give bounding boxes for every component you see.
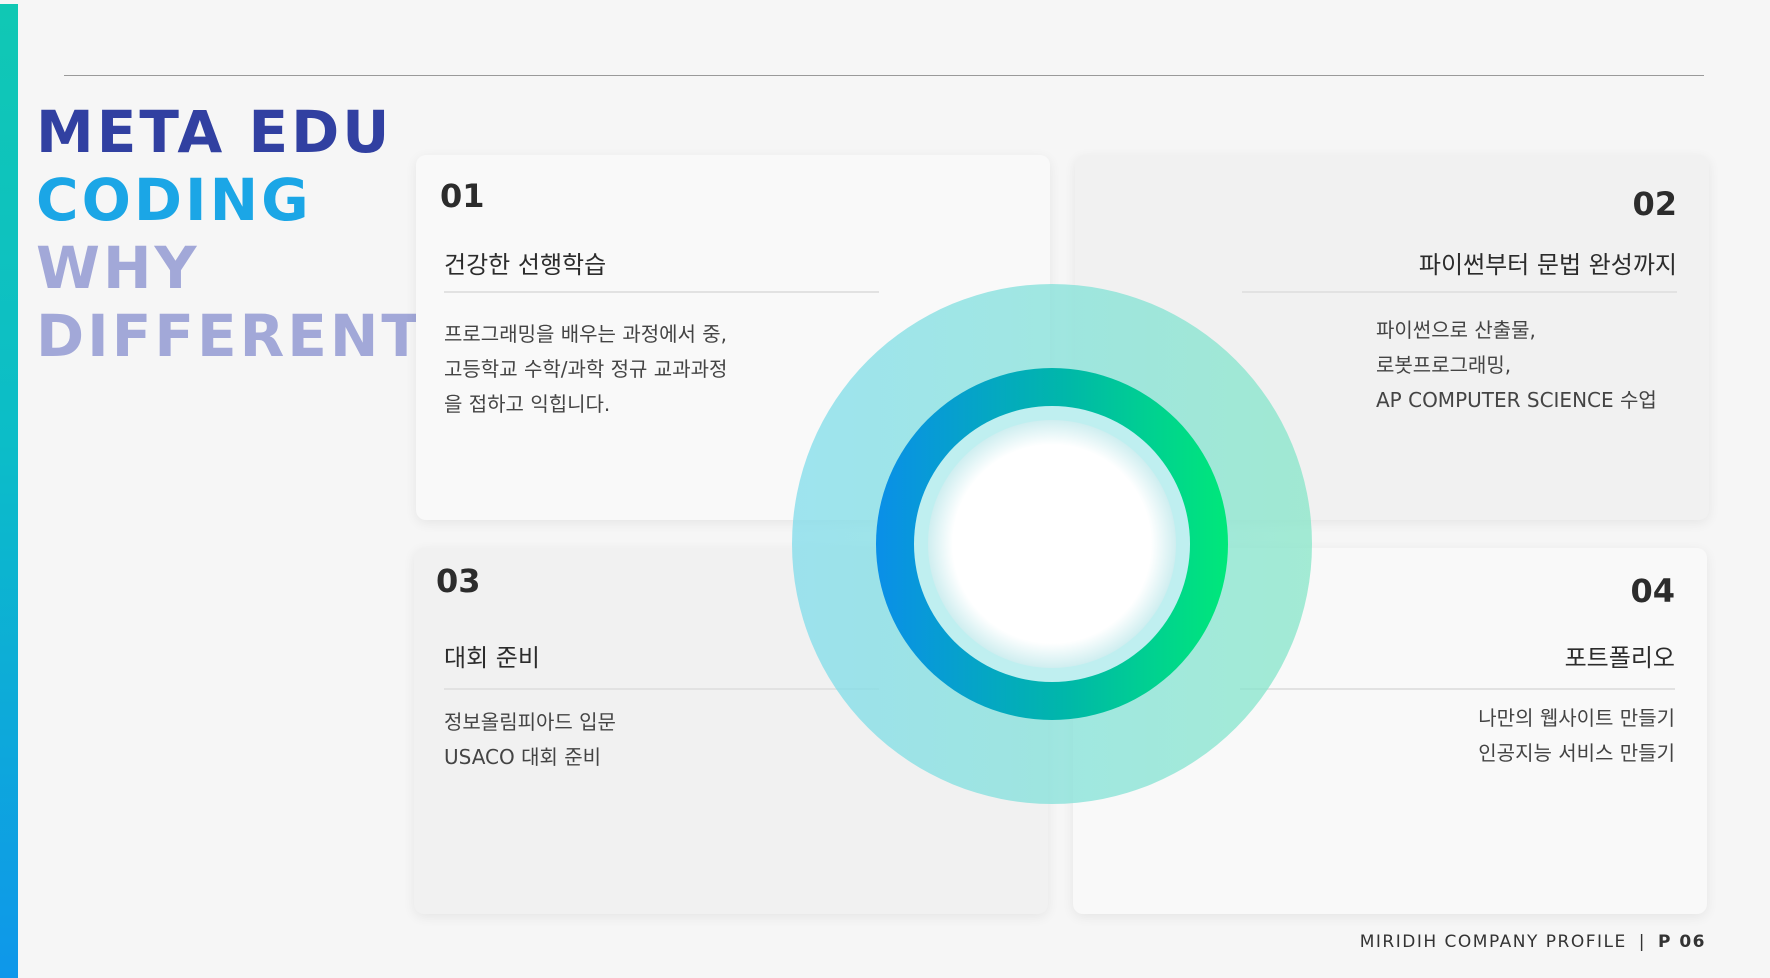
card-number: 02 — [1632, 185, 1677, 223]
card-body: 정보올림피아드 입문 USACO 대회 준비 — [444, 705, 616, 775]
card-body-line: 을 접하고 익힙니다. — [444, 392, 611, 416]
footer-company: MIRIDIH COMPANY PROFILE — [1359, 932, 1627, 952]
feature-card-04: 04 포트폴리오 나만의 웹사이트 만들기 인공지능 서비스 만들기 — [1073, 548, 1707, 914]
headline-line-4: DIFFERENT? — [36, 302, 461, 370]
page-footer: MIRIDIH COMPANY PROFILE | P 06 — [1360, 932, 1706, 952]
card-body-line: 고등학교 수학/과학 정규 교과과정 — [444, 357, 728, 381]
card-number: 04 — [1630, 572, 1675, 610]
card-number: 01 — [440, 177, 485, 215]
card-body: 프로그래밍을 배우는 과정에서 중, 고등학교 수학/과학 정규 교과과정 을 … — [444, 317, 727, 422]
feature-card-03: 03 대회 준비 정보올림피아드 입문 USACO 대회 준비 — [414, 548, 1048, 914]
card-body-line: 프로그래밍을 배우는 과정에서 중, — [444, 322, 728, 346]
card-title: 대회 준비 — [444, 644, 540, 672]
card-body-line: USACO 대회 준비 — [444, 745, 602, 769]
card-number: 03 — [436, 562, 481, 600]
card-divider — [444, 688, 879, 690]
card-body-line: 정보올림피아드 입문 — [444, 710, 616, 734]
card-body: 나만의 웹사이트 만들기 인공지능 서비스 만들기 — [1478, 701, 1675, 771]
card-divider — [444, 291, 879, 293]
feature-card-01: 01 건강한 선행학습 프로그래밍을 배우는 과정에서 중, 고등학교 수학/과… — [416, 155, 1050, 520]
headline-line-1: META EDU — [36, 98, 393, 166]
card-divider — [1240, 688, 1675, 690]
headline-line-3: WHY — [36, 234, 200, 302]
card-body-line: 인공지능 서비스 만들기 — [1478, 741, 1675, 765]
card-title: 파이썬부터 문법 완성까지 — [1418, 251, 1677, 279]
card-body-line: 로봇프로그래밍, — [1376, 353, 1512, 377]
page-number: P 06 — [1657, 932, 1706, 952]
feature-card-02: 02 파이썬부터 문법 완성까지 파이썬으로 산출물, 로봇프로그래밍, AP … — [1075, 155, 1709, 520]
card-body-line: AP COMPUTER SCIENCE 수업 — [1376, 388, 1657, 412]
footer-separator: | — [1638, 932, 1646, 952]
card-body-line: 파이썬으로 산출물, — [1376, 318, 1536, 342]
card-divider — [1242, 291, 1677, 293]
card-title: 건강한 선행학습 — [444, 251, 607, 279]
page-headline: META EDU CODING WHY DIFFERENT? — [36, 98, 461, 370]
accent-bar — [0, 4, 18, 978]
card-body: 파이썬으로 산출물, 로봇프로그래밍, AP COMPUTER SCIENCE … — [1376, 313, 1657, 418]
top-divider — [64, 75, 1704, 76]
headline-line-2: CODING — [36, 166, 312, 234]
card-title: 포트폴리오 — [1564, 644, 1675, 672]
card-body-line: 나만의 웹사이트 만들기 — [1478, 706, 1675, 730]
